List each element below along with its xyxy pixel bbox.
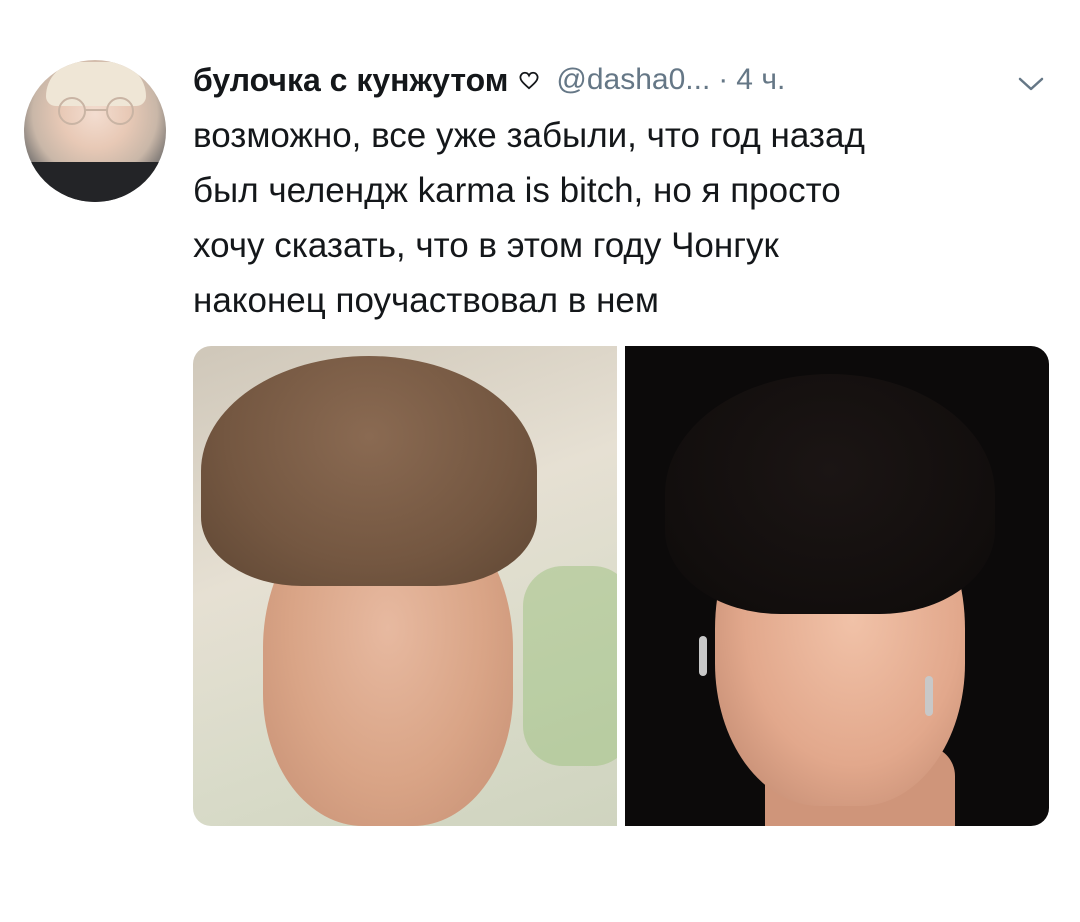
- earring-left: [699, 636, 707, 676]
- photo-right[interactable]: [625, 346, 1049, 826]
- avatar-glasses: [58, 97, 134, 125]
- hair-right: [665, 374, 995, 614]
- separator-dot: ·: [718, 63, 729, 96]
- tweet-media[interactable]: [193, 346, 1049, 826]
- tweet-header: булочка с кунжутом @dasha0... · 4 ч.: [193, 58, 785, 102]
- user-handle[interactable]: @dasha0...: [556, 63, 710, 97]
- heart-outline-icon: [519, 71, 539, 90]
- hair-left: [201, 356, 537, 586]
- earring-right: [925, 676, 933, 716]
- tweet: булочка с кунжутом @dasha0... · 4 ч. воз…: [0, 0, 1080, 922]
- photo-divider: [617, 346, 625, 826]
- display-name[interactable]: булочка с кунжутом: [193, 62, 508, 99]
- avatar[interactable]: [24, 60, 166, 202]
- background-foliage: [523, 566, 617, 766]
- avatar-shoulders: [24, 162, 166, 202]
- timestamp[interactable]: 4 ч.: [736, 63, 785, 97]
- photo-left[interactable]: [193, 346, 617, 826]
- chevron-down-icon[interactable]: [1018, 76, 1044, 92]
- tweet-text: возможно, все уже забыли, что год назад …: [193, 116, 865, 320]
